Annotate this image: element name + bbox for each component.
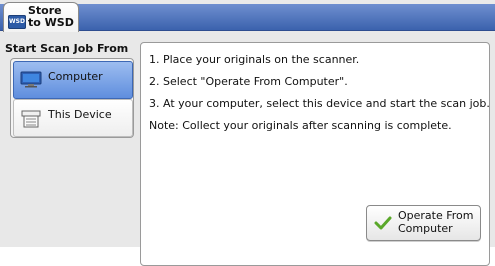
note-text: Note: Collect your originals after scann… [149,119,452,132]
instruction-2: 2. Select "Operate From Computer". [149,75,348,88]
check-icon [374,216,392,230]
tab-store-to-wsd[interactable]: Store to WSD [3,2,79,32]
instruction-3: 3. At your computer, select this device … [149,97,490,110]
option-computer[interactable]: Computer [13,61,133,99]
scan-source-panel: Computer This Device [10,58,134,138]
option-this-device[interactable]: This Device [13,99,133,137]
tab-title: Store to WSD [28,4,74,29]
option-computer-label: Computer [48,70,103,83]
operate-from-computer-label: Operate From Computer [398,209,474,235]
operate-from-computer-button[interactable]: Operate From Computer [366,205,481,241]
option-this-device-label: This Device [48,108,112,121]
app-frame: Store to WSD Start Scan Job From Compute… [0,0,495,266]
wsd-icon [8,15,26,29]
start-scan-heading: Start Scan Job From [5,42,129,55]
device-icon [21,110,41,128]
monitor-icon [20,71,42,88]
instructions-panel: 1. Place your originals on the scanner. … [140,42,490,266]
main-content: Start Scan Job From Computer This Device… [0,31,495,266]
instruction-1: 1. Place your originals on the scanner. [149,53,360,66]
